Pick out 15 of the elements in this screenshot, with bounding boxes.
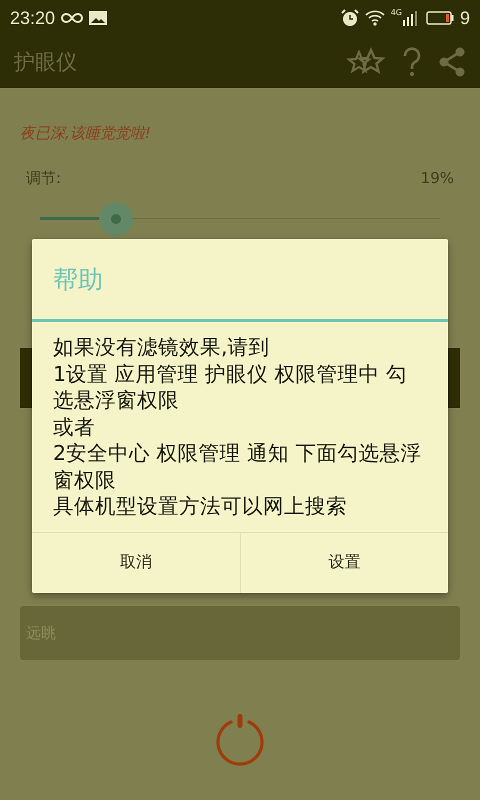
adjust-value: 19% — [420, 169, 454, 188]
adjust-label: 调节: — [26, 169, 62, 188]
dialog-message-line: 2安全中心 权限管理 通知 下面勾选悬浮窗权限 — [53, 440, 423, 493]
dialog-message-line: 或者 — [53, 414, 96, 440]
dialog-title: 帮助 — [52, 264, 104, 296]
dialog-button[interactable]: 取消 — [32, 532, 240, 592]
dialog-message-line: 如果没有滤镜效果,请到 — [53, 334, 271, 360]
status-time: 23:20 — [10, 8, 56, 28]
dialog-message-line: 1设置 应用管理 护眼仪 权限管理中 勾选悬浮窗权限 — [53, 360, 408, 414]
night-notice: 夜已深,该睡觉觉啦! — [20, 124, 152, 143]
network-type: 4G — [390, 8, 402, 17]
dialog-button[interactable]: 设置 — [240, 532, 448, 592]
battery-percent: 9 — [460, 8, 470, 28]
dialog-message-line: 具体机型设置方法可以网上搜索 — [53, 493, 348, 520]
app-title: 护眼仪 — [14, 49, 77, 76]
